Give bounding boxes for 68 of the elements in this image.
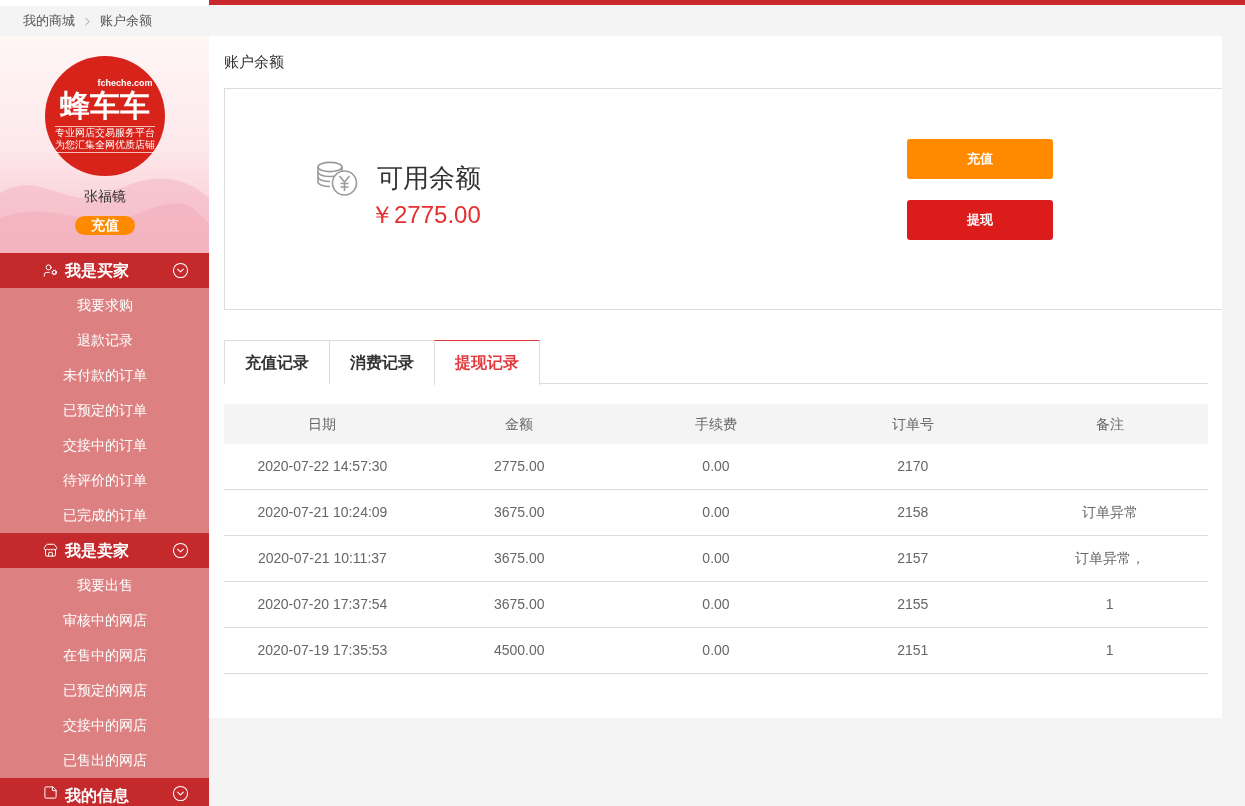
chevron-down-icon [172, 785, 189, 802]
table-cell-text: 0.00 [701, 595, 731, 614]
coins-icon [316, 161, 358, 197]
table-cell-text: 2020-07-19 17:35:53 [256, 641, 389, 660]
user-gear-icon [43, 263, 58, 278]
balance-label: 可用余额 [376, 163, 481, 193]
table-cell-text: 2158 [896, 503, 930, 522]
menu-item[interactable]: 已售出的网店 [0, 743, 209, 778]
table-cell-text: 1 [1104, 595, 1115, 614]
menu-item[interactable]: 交接中的网店 [0, 708, 209, 743]
menu-section-header[interactable]: 我是卖家 [0, 533, 209, 568]
note-icon [43, 785, 58, 800]
menu-item[interactable]: 我要求购 [0, 288, 209, 323]
tab[interactable]: 消费记录 [329, 340, 435, 384]
table-cell-text: 3675.00 [492, 503, 546, 522]
logo-wordmark: 蜂车车 [59, 89, 150, 123]
table-cell-text: 3675.00 [492, 549, 546, 568]
menu-item[interactable]: 已预定的网店 [0, 673, 209, 708]
menu-item[interactable]: 审核中的网店 [0, 603, 209, 638]
chevron-down-icon [172, 262, 189, 279]
menu-section-header[interactable]: 我的信息 [0, 778, 209, 806]
table-cell-text: 2170 [896, 457, 930, 476]
table-cell-text: 2020-07-21 10:11:37 [256, 549, 388, 568]
store-icon [43, 543, 58, 558]
logo-tagline: 专业网店交易服务平台 [54, 127, 155, 139]
username: 张福镜 [83, 187, 126, 206]
table-cell-text: 0.00 [701, 503, 731, 522]
recharge-button[interactable]: 充值 [74, 216, 135, 235]
menu-item[interactable]: 待评价的订单 [0, 463, 209, 498]
table-cell-text: 2155 [896, 595, 930, 614]
menu-item[interactable]: 在售中的网店 [0, 638, 209, 673]
table-cell-text: 2020-07-20 17:37:54 [256, 595, 389, 614]
menu-item[interactable]: 交接中的订单 [0, 428, 209, 463]
menu-item[interactable]: 已预定的订单 [0, 393, 209, 428]
chevron-down-icon [172, 542, 189, 559]
table-cell-text: 2020-07-22 14:57:30 [256, 457, 389, 476]
recharge-button[interactable]: 充值 [907, 139, 1053, 179]
menu-item[interactable]: 退款记录 [0, 323, 209, 358]
table-cell-text: 2151 [896, 641, 930, 660]
table-cell-text: 2020-07-21 10:24:09 [256, 503, 389, 522]
logo-domain: fcheche.com [97, 78, 153, 89]
menu-item[interactable]: 已完成的订单 [0, 498, 209, 533]
table-cell-text: 1 [1104, 641, 1115, 660]
page-title: 账户余额 [224, 52, 285, 72]
column-header: 备注 [1094, 414, 1125, 434]
table-cell-text: 0.00 [701, 457, 731, 476]
menu-section-header[interactable]: 我是买家 [0, 253, 209, 288]
table-cell-text: 4500.00 [492, 641, 546, 660]
column-header: 日期 [307, 414, 338, 434]
table-cell-text: 订单异常 [1080, 503, 1139, 522]
table-cell-text: 订单异常， [1073, 549, 1146, 568]
table-cell-text: 2775.00 [492, 457, 546, 476]
menu-item[interactable]: 我要出售 [0, 568, 209, 603]
tab[interactable]: 提现记录 [434, 340, 540, 385]
balance-amount: ￥2775.00 [370, 200, 481, 230]
logo-tagline: 为您汇集全网优质店铺 [54, 139, 155, 151]
table-cell-text: 2157 [896, 549, 930, 568]
withdraw-button[interactable]: 提现 [907, 200, 1053, 240]
menu-item[interactable]: 未付款的订单 [0, 358, 209, 393]
column-header: 金额 [504, 414, 535, 434]
breadcrumb-link[interactable]: 我的商城 [23, 11, 75, 31]
table-cell-text: 0.00 [701, 549, 731, 568]
column-header: 手续费 [694, 414, 738, 434]
table-cell-text: 3675.00 [492, 595, 546, 614]
table-cell-text: 0.00 [701, 641, 731, 660]
column-header: 订单号 [890, 414, 935, 434]
tab[interactable]: 充值记录 [224, 340, 330, 384]
breadcrumb-current: 账户余额 [100, 12, 152, 31]
